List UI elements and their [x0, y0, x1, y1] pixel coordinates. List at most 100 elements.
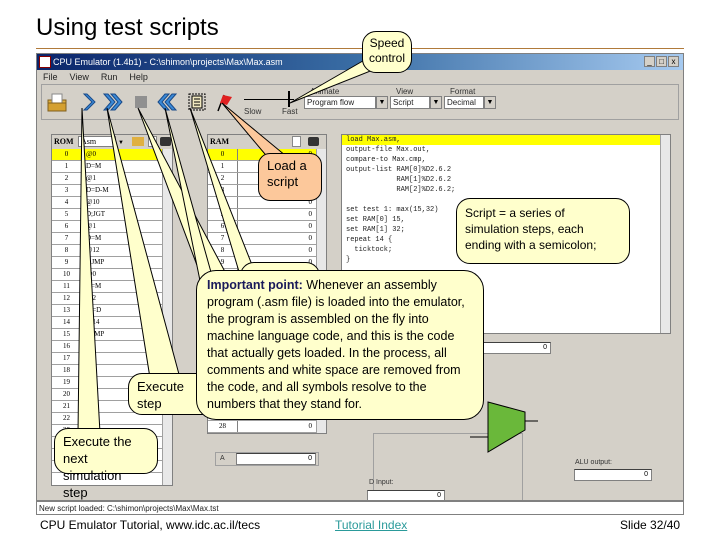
ram-row[interactable]: 60 [208, 221, 326, 233]
load-script-icon[interactable] [186, 91, 208, 113]
ram-value[interactable]: 0 [238, 221, 326, 232]
rom-address: 15 [52, 329, 82, 340]
rom-value[interactable]: D=D-M [82, 185, 172, 196]
rom-row[interactable]: 6 @1 [52, 221, 172, 233]
menu-run[interactable]: Run [101, 70, 118, 84]
stop-icon[interactable] [130, 91, 152, 113]
ram-row[interactable]: 70 [208, 233, 326, 245]
rom-value[interactable] [82, 353, 172, 364]
new-file-icon[interactable] [292, 136, 301, 147]
rom-address: 11 [52, 281, 82, 292]
rom-row[interactable]: 5 D;JGT [52, 209, 172, 221]
ram-address: 3 [208, 185, 238, 196]
minimize-button[interactable]: _ [644, 56, 655, 67]
rom-address: 10 [52, 269, 82, 280]
rom-row[interactable]: 1 D=M [52, 161, 172, 173]
rom-row[interactable]: 2 @1 [52, 173, 172, 185]
rom-value[interactable]: @1 [82, 221, 172, 232]
script-definition-callout: Script = a series of simulation steps, e… [456, 198, 630, 264]
script-line: compare-to Max.cmp, [346, 156, 426, 164]
load-program-icon[interactable] [46, 91, 68, 113]
rewind-icon[interactable] [156, 91, 178, 113]
chevron-down-icon[interactable]: ▼ [430, 96, 442, 109]
speed-slider-thumb[interactable] [288, 91, 290, 107]
rom-value[interactable]: @10 [82, 197, 172, 208]
single-step-icon[interactable] [78, 91, 100, 113]
rom-row[interactable]: 7 D=M [52, 233, 172, 245]
rom-value[interactable]: @1 [82, 173, 172, 184]
format-select[interactable]: Decimal ▼ [444, 96, 496, 109]
rom-row[interactable]: 4 @10 [52, 197, 172, 209]
rom-address: 9 [52, 257, 82, 268]
app-icon [39, 56, 51, 68]
maximize-button[interactable]: □ [656, 56, 667, 67]
rom-value[interactable]: D=M [82, 161, 172, 172]
rom-value[interactable]: @2 [82, 293, 172, 304]
new-file-icon[interactable] [148, 136, 157, 147]
view-select[interactable]: Script ▼ [390, 96, 442, 109]
folder-icon[interactable] [132, 137, 144, 146]
script-line: load Max.asm, [342, 135, 670, 145]
chevron-down-icon[interactable]: ▼ [118, 136, 128, 147]
rom-address: 7 [52, 233, 82, 244]
rom-value[interactable]: D;JGT [82, 209, 172, 220]
fast-forward-icon[interactable] [102, 91, 124, 113]
speed-slow-label: Slow [244, 107, 262, 116]
ram-value[interactable]: 0 [238, 233, 326, 244]
rom-address: 18 [52, 365, 82, 376]
menu-view[interactable]: View [70, 70, 89, 84]
rom-row[interactable]: 13 M=D [52, 305, 172, 317]
close-button[interactable]: x [668, 56, 679, 67]
ram-value[interactable]: 0 [238, 209, 326, 220]
rom-value[interactable]: 0;JMP [82, 329, 172, 340]
chevron-down-icon[interactable]: ▼ [376, 96, 388, 109]
rom-row[interactable]: 10 @0 [52, 269, 172, 281]
rom-scrollbar[interactable] [162, 149, 172, 485]
rom-row[interactable]: 3 D=D-M [52, 185, 172, 197]
animate-select[interactable]: Program flow ▼ [304, 96, 388, 109]
ram-row[interactable]: 50 [208, 209, 326, 221]
rom-value[interactable] [82, 341, 172, 352]
ram-row[interactable]: 28 0 [208, 421, 326, 433]
rom-row[interactable]: 14 @14 [52, 317, 172, 329]
rom-value[interactable]: @14 [82, 317, 172, 328]
ram-title: RAM [210, 137, 230, 146]
rom-value[interactable]: @0 [82, 269, 172, 280]
rom-row[interactable]: 11 D=M [52, 281, 172, 293]
rom-value[interactable]: @0 [82, 149, 172, 160]
rom-row[interactable]: 0 @0 [52, 149, 172, 161]
rom-row[interactable]: 12 @2 [52, 293, 172, 305]
binoculars-icon[interactable] [160, 137, 171, 146]
rom-row[interactable]: 17 [52, 353, 172, 365]
rom-row[interactable]: 15 0;JMP [52, 329, 172, 341]
binoculars-icon[interactable] [308, 137, 319, 146]
rom-address: 19 [52, 377, 82, 388]
ram-value[interactable]: 0 [238, 421, 326, 432]
alu-output-field[interactable]: 0 [574, 469, 652, 481]
view-group: View Script ▼ [390, 87, 442, 109]
window-titlebar: CPU Emulator (1.4b1) - C:\shimon\project… [37, 54, 683, 70]
tutorial-index-link[interactable]: Tutorial Index [335, 518, 407, 532]
ram-value[interactable]: 0 [238, 245, 326, 256]
rom-value[interactable]: M=D [82, 305, 172, 316]
menu-file[interactable]: File [43, 70, 58, 84]
rom-row[interactable]: 16 [52, 341, 172, 353]
rom-value[interactable]: @12 [82, 245, 172, 256]
breakpoint-flag-icon[interactable] [212, 91, 234, 113]
rom-value[interactable]: 0;JMP [82, 257, 172, 268]
rom-format-select[interactable]: Asm [78, 136, 116, 147]
chevron-down-icon[interactable]: ▼ [484, 96, 496, 109]
rom-address: 21 [52, 401, 82, 412]
rom-row[interactable]: 8 @12 [52, 245, 172, 257]
a-register-field[interactable]: 0 [236, 453, 316, 465]
ram-row[interactable]: 80 [208, 245, 326, 257]
rom-address: 20 [52, 389, 82, 400]
rom-address: 4 [52, 197, 82, 208]
rom-row[interactable]: 9 0;JMP [52, 257, 172, 269]
menu-help[interactable]: Help [129, 70, 148, 84]
script-scrollbar[interactable] [660, 135, 670, 333]
rom-value[interactable]: D=M [82, 281, 172, 292]
speed-slider[interactable]: Slow Fast [238, 89, 308, 117]
rom-value[interactable]: D=M [82, 233, 172, 244]
format-group: Format Decimal ▼ [444, 87, 496, 109]
